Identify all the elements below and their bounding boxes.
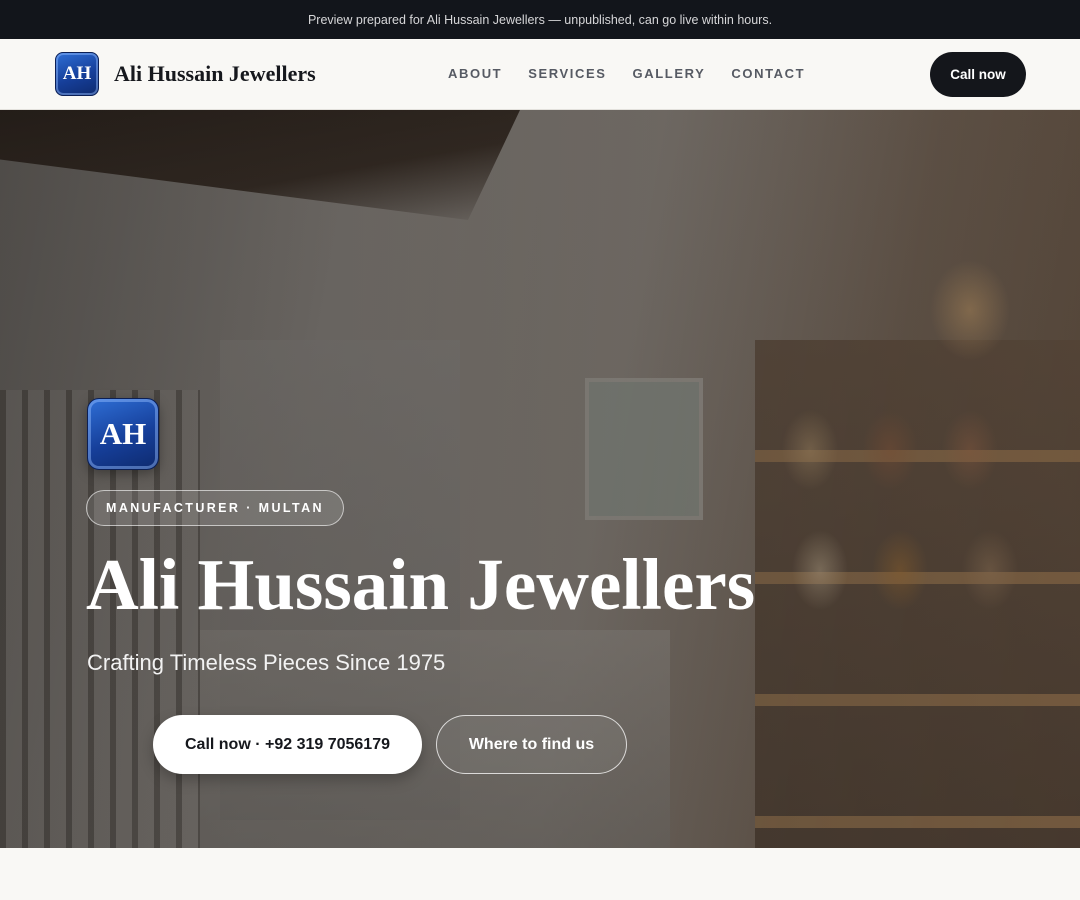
nav-link-about[interactable]: ABOUT (448, 66, 502, 81)
brand-name[interactable]: Ali Hussain Jewellers (114, 61, 316, 87)
category-badge: MANUFACTURER · MULTAN (86, 490, 344, 526)
hero-subtitle: Crafting Timeless Pieces Since 1975 (87, 650, 446, 675)
where-to-find-button[interactable]: Where to find us (436, 715, 627, 774)
preview-banner-text: Preview prepared for Ali Hussain Jewelle… (307, 12, 773, 27)
brand[interactable]: AH Ali Hussain Jewellers (55, 52, 316, 96)
nav-link-services[interactable]: SERVICES (528, 66, 606, 81)
preview-banner: Preview prepared for Ali Hussain Jewelle… (0, 0, 1080, 39)
hero-title: Ali Hussain Jewellers (86, 544, 756, 625)
hero-logo-icon: AH (87, 398, 159, 470)
navbar: AH Ali Hussain Jewellers ABOUT SERVICES … (0, 39, 1080, 110)
nav-links: ABOUT SERVICES GALLERY CONTACT (448, 66, 805, 81)
nav-link-contact[interactable]: CONTACT (731, 66, 805, 81)
nav-link-gallery[interactable]: GALLERY (633, 66, 706, 81)
hero-call-button[interactable]: Call now · +92 319 7056179 (153, 715, 422, 774)
nav-call-button[interactable]: Call now (930, 52, 1026, 97)
logo-icon[interactable]: AH (55, 52, 99, 96)
